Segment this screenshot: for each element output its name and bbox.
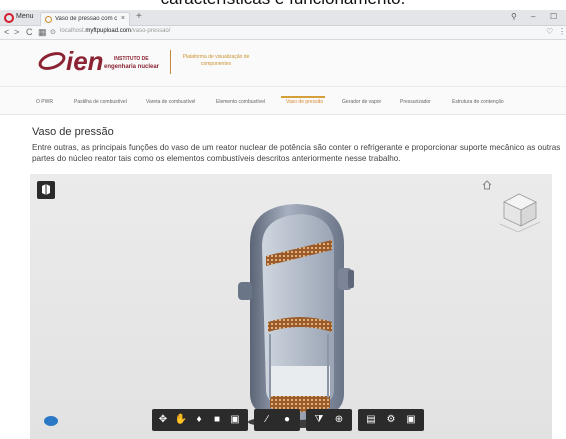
settings-toolbar: ▤ ⚙ ▣ <box>358 409 424 431</box>
opera-logo-icon[interactable] <box>4 13 14 23</box>
reload-button[interactable]: C <box>26 27 33 37</box>
tab-favicon-icon <box>45 16 52 23</box>
settings-icon[interactable]: ⚙ <box>384 413 398 427</box>
browser-menu-label[interactable]: Menu <box>16 13 34 20</box>
section-icon[interactable]: ⧩ <box>312 413 326 427</box>
url-prefix: localhost. <box>60 28 86 34</box>
page-description: Entre outras, as principais funções do v… <box>32 143 561 163</box>
model-viewer[interactable]: ✥ ✋ ♦ ■ ▣ ∕ ● ⧩ ⊕ ▤ ⚙ ▣ <box>30 174 552 439</box>
pressure-vessel-model[interactable] <box>210 198 390 430</box>
logo-ring-icon <box>36 48 68 74</box>
page: características e funcionamento. Menu Va… <box>0 0 566 439</box>
camera-icon[interactable]: ■ <box>210 413 224 427</box>
fit-view-icon[interactable]: ▣ <box>228 413 242 427</box>
new-tab-button[interactable]: + <box>136 11 142 22</box>
globe-icon[interactable] <box>44 416 58 426</box>
orbit-icon[interactable]: ✥ <box>156 413 170 427</box>
site-header: ien INSTITUTO DE engenharia nuclear Plat… <box>0 40 566 87</box>
url-path: /vaso-pressao/ <box>131 28 171 34</box>
logo-subtitle-1: INSTITUTO DE <box>114 56 149 62</box>
platform-title: Plataforma de visualização de componente… <box>182 54 250 67</box>
heart-icon[interactable]: ♡ <box>546 27 553 36</box>
nav-item-pastilha[interactable]: Pastilha de combustível <box>74 99 127 105</box>
nav-active-underline <box>281 96 325 98</box>
url-field[interactable]: localhost.myftpupload.com/vaso-pressao/ <box>60 28 550 38</box>
properties-icon[interactable]: ▤ <box>364 413 378 427</box>
model-tree-icon[interactable]: ⊕ <box>332 413 346 427</box>
pan-icon[interactable]: ✋ <box>174 413 188 427</box>
menu-dots-icon[interactable]: ⋮ <box>558 27 566 36</box>
logo-divider <box>170 50 171 74</box>
nav-item-vaso[interactable]: Vaso de pressão <box>286 99 323 105</box>
tab-close-icon[interactable]: × <box>121 15 125 22</box>
nav-item-gerador[interactable]: Gerador de vapor <box>342 99 381 105</box>
measure-toolbar: ∕ ● <box>254 409 300 431</box>
minimize-button[interactable]: – <box>531 12 535 21</box>
forward-button[interactable]: > <box>14 27 19 37</box>
nav-item-contencao[interactable]: Estrutura de contenção <box>452 99 504 105</box>
address-bar: < > C ▦ ⊙ localhost.myftpupload.com/vaso… <box>0 26 566 40</box>
fullscreen-icon[interactable]: ▣ <box>404 413 418 427</box>
explode-icon[interactable]: ● <box>280 413 294 427</box>
caption-text: características e funcionamento. <box>0 0 566 9</box>
browser-tab[interactable]: Vaso de pressão com com × <box>40 12 130 26</box>
viewcube[interactable] <box>496 188 542 232</box>
home-icon[interactable] <box>482 180 492 190</box>
nav-item-pwr[interactable]: O PWR <box>36 99 53 105</box>
first-person-icon[interactable]: ♦ <box>192 413 206 427</box>
nav-item-elemento[interactable]: Elemento combustível <box>216 99 265 105</box>
maximize-button[interactable]: ☐ <box>550 12 557 21</box>
browser-tab-bar: Menu Vaso de pressão com com × + ⚲ – ☐ <box>0 10 566 26</box>
tab-title: Vaso de pressão com com <box>55 16 117 22</box>
site-info-icon[interactable]: ⊙ <box>50 28 56 36</box>
filter-icon[interactable]: ⚲ <box>511 12 517 21</box>
measure-icon[interactable]: ∕ <box>260 413 274 427</box>
logo-subtitle-2: engenharia nuclear <box>104 64 160 70</box>
speed-dial-icon[interactable]: ▦ <box>38 27 47 38</box>
back-button[interactable]: < <box>4 27 9 37</box>
nav-item-vareta[interactable]: Vareta de combustível <box>146 99 195 105</box>
url-domain: myftpupload.com <box>85 28 132 34</box>
logo-text[interactable]: ien <box>66 46 104 76</box>
model-toolbar: ⧩ ⊕ <box>306 409 352 431</box>
nav-item-pressurizador[interactable]: Pressurizador <box>400 99 431 105</box>
main-nav: O PWR Pastilha de combustível Vareta de … <box>0 87 566 115</box>
navigation-toolbar: ✥ ✋ ♦ ■ ▣ <box>152 409 248 431</box>
page-title: Vaso de pressão <box>32 126 114 138</box>
model-browser-icon[interactable] <box>37 181 55 199</box>
